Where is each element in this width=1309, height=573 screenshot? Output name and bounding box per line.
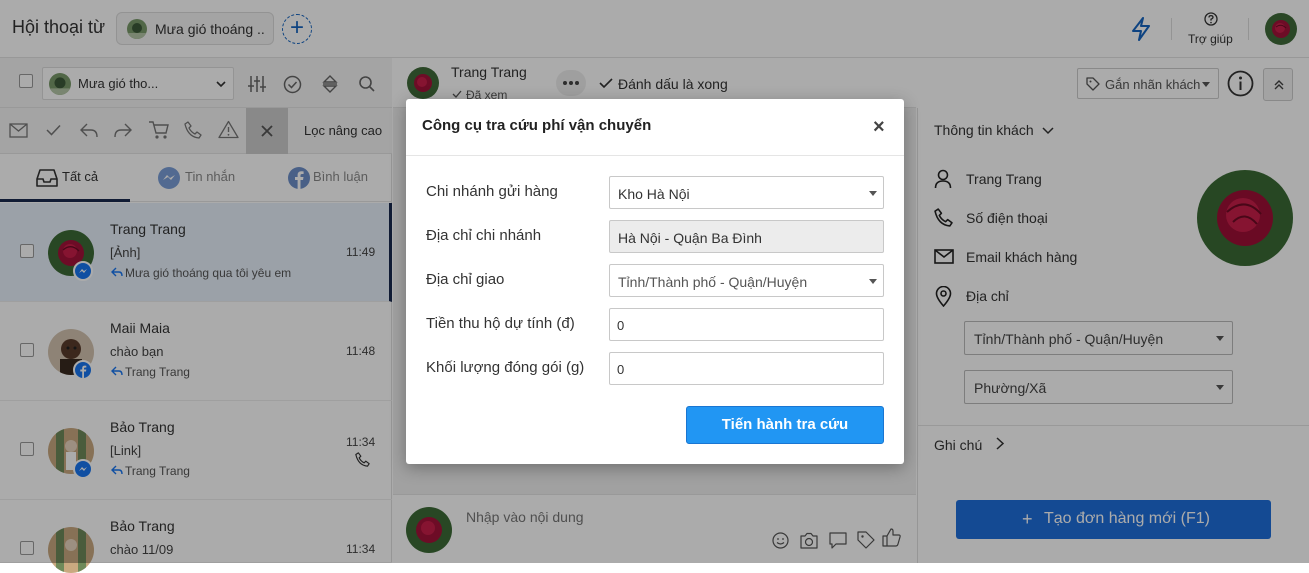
lookup-submit-button[interactable]: Tiến hành tra cứu	[686, 406, 884, 444]
branch-select-value: Kho Hà Nội	[618, 186, 690, 202]
modal-title: Công cụ tra cứu phí vận chuyển	[422, 117, 652, 134]
branch-address-label: Địa chỉ chi nhánh	[426, 227, 542, 244]
branch-label: Chi nhánh gửi hàng	[426, 183, 558, 200]
cod-input[interactable]	[617, 318, 876, 333]
caret-icon	[869, 279, 877, 284]
weight-input[interactable]	[617, 362, 876, 377]
weight-field[interactable]	[609, 352, 884, 385]
branch-select[interactable]: Kho Hà Nội	[609, 176, 884, 209]
caret-icon	[869, 191, 877, 196]
weight-label: Khối lượng đóng gói (g)	[426, 359, 585, 376]
delivery-address-label: Địa chỉ giao	[426, 271, 505, 288]
shipping-fee-modal: Công cụ tra cứu phí vận chuyển × Chi nhá…	[406, 99, 904, 464]
cod-label: Tiền thu hộ dự tính (đ)	[426, 315, 575, 332]
delivery-address-select[interactable]: Tỉnh/Thành phố - Quận/Huyện	[609, 264, 884, 297]
modal-divider	[406, 155, 904, 156]
branch-address-field: Hà Nội - Quận Ba Đình	[609, 220, 884, 253]
close-icon[interactable]: ×	[873, 116, 885, 139]
cod-field[interactable]	[609, 308, 884, 341]
branch-address-value: Hà Nội - Quận Ba Đình	[618, 230, 762, 246]
delivery-address-value: Tỉnh/Thành phố - Quận/Huyện	[618, 274, 808, 290]
